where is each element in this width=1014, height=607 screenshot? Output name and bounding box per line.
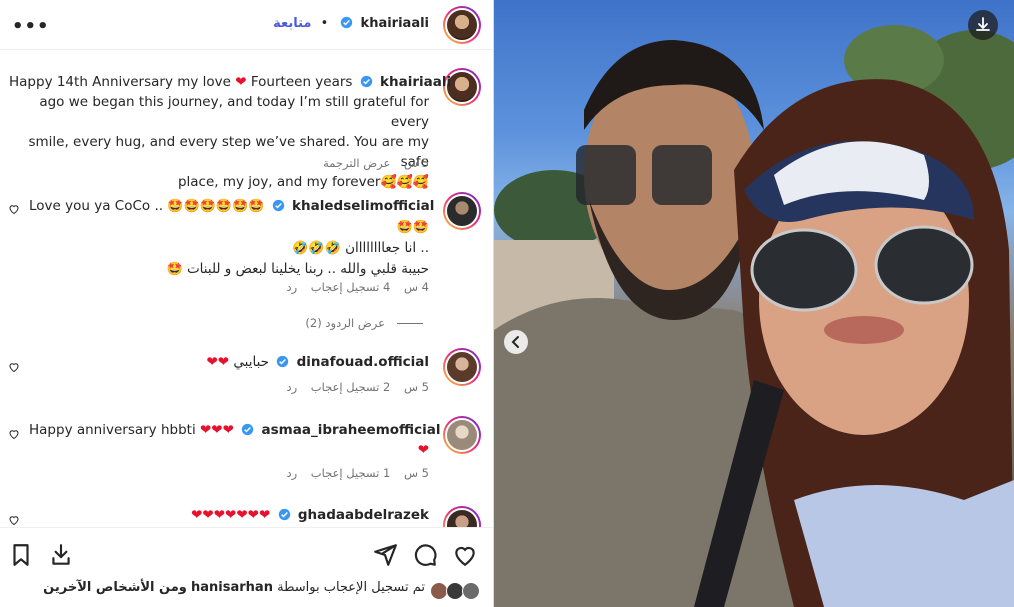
caption-line-2: ago we began this journey, and today I’m… — [39, 94, 429, 130]
caption-meta: 5 س عرض الترجمة — [313, 156, 429, 170]
emoji-row: 🤣🤣🤣 — [292, 241, 341, 256]
follow-button[interactable]: متابعة — [273, 16, 311, 31]
comment-line-2: ❤ — [29, 440, 429, 460]
download-icon — [976, 17, 990, 31]
comment-line-1: ❤❤❤❤❤❤❤ ghadaabdelrazek — [29, 505, 429, 525]
caption-username[interactable]: khairiaali — [380, 74, 451, 90]
heart-emoji: ❤ — [235, 74, 247, 90]
comment-username[interactable]: asmaa_ibraheemofficial — [262, 422, 441, 438]
header-user-line: متابعة • khairiaali — [273, 16, 429, 31]
reply-button[interactable]: رد — [286, 380, 297, 394]
comment-line-4: 🤩 حبيبة قلبي والله .. ربنا يخلينا لبعض و… — [166, 261, 429, 277]
caption-time: 5 س — [403, 156, 429, 170]
share-icon[interactable] — [372, 542, 398, 568]
liked-by-others[interactable]: ومن الأشخاص الآخرين — [43, 580, 187, 595]
caption-line-1: Happy 14th Anniversary my love ❤ Fourtee… — [9, 74, 452, 90]
comment-username[interactable]: khaledselimofficial — [292, 198, 434, 214]
comment-time: 5 س — [403, 380, 429, 394]
emoji-row: 🥰🥰🥰 — [380, 175, 429, 190]
comment-text: ❤❤❤❤❤❤❤ ghadaabdelrazek — [29, 505, 429, 525]
comment-line-2: 🤩🤩 — [29, 217, 429, 238]
comment-meta: 4 س 4 تسجيل إعجاب رد — [276, 280, 429, 294]
comment-line-1: ❤❤ حبايبي dinafouad.official — [206, 354, 429, 370]
photo-illustration — [494, 25, 1014, 607]
heart-emoji: ❤ — [417, 442, 429, 458]
save-icon[interactable] — [8, 542, 34, 568]
download-icon[interactable] — [48, 542, 74, 568]
previous-photo-button[interactable] — [504, 330, 528, 354]
emoji-row: 🤩🤩🤩🤩🤩🤩 — [167, 199, 265, 214]
comment-meta: 5 س 2 تسجيل إعجاب رد — [276, 380, 429, 394]
liked-by-text: تم تسجيل الإعجاب بواسطة hanisarhan ومن ا… — [43, 580, 425, 595]
action-bar — [0, 527, 493, 607]
comment-text: Happy anniversary hbbti ❤❤❤ asmaa_ibrahe… — [29, 420, 441, 460]
verified-icon — [360, 75, 372, 88]
comments-panel: ••• متابعة • khairiaali Happy 14th Anniv… — [0, 0, 493, 607]
translate-link[interactable]: عرض الترجمة — [323, 156, 390, 170]
reply-button[interactable]: رد — [286, 466, 297, 480]
heart-outline-icon[interactable] — [8, 514, 20, 526]
emoji-row: 🤩🤩 — [396, 220, 429, 235]
heart-outline-icon[interactable] — [8, 203, 20, 215]
liked-by-user[interactable]: hanisarhan — [191, 580, 273, 595]
comment-line-3: 🤣🤣🤣 انا جعاااااااان .. — [292, 240, 429, 256]
verified-icon — [277, 355, 289, 368]
download-photo-button[interactable] — [968, 10, 998, 40]
verified-icon — [278, 508, 290, 521]
header-separator: • — [320, 16, 329, 31]
comment-avatar[interactable] — [443, 192, 481, 230]
comment-row-partial: ❤❤❤❤❤❤❤ ghadaabdelrazek — [0, 498, 493, 527]
emoji-row: 🤩 — [166, 262, 183, 277]
comment-text: ❤❤ حبايبي dinafouad.official — [29, 352, 429, 372]
author-avatar[interactable] — [443, 6, 481, 44]
caption-line-4: place, my joy, and my forever🥰🥰🥰 — [177, 174, 429, 190]
comment-avatar[interactable] — [443, 416, 481, 454]
caption-text: Happy 14th Anniversary my love ❤ Fourtee… — [9, 72, 452, 193]
heart-emoji: ❤❤❤ — [200, 422, 234, 438]
like-icon[interactable] — [452, 542, 478, 568]
comment-line-1: Love you ya CoCo .. 🤩🤩🤩🤩🤩🤩 khaledselimof… — [29, 198, 435, 214]
heart-outline-icon[interactable] — [8, 361, 20, 373]
comment-likes[interactable]: 4 تسجيل إعجاب — [311, 280, 391, 294]
comment-time: 5 س — [403, 466, 429, 480]
verified-icon — [272, 199, 284, 212]
comment-likes[interactable]: 2 تسجيل إعجاب — [311, 380, 391, 394]
heart-emoji: ❤❤ — [206, 354, 230, 370]
comment-icon[interactable] — [412, 542, 438, 568]
comment-text: Love you ya CoCo .. 🤩🤩🤩🤩🤩🤩 khaledselimof… — [29, 196, 435, 280]
verified-icon — [242, 423, 254, 436]
comment-line-1: Happy anniversary hbbti ❤❤❤ asmaa_ibrahe… — [29, 422, 441, 438]
view-replies-button[interactable]: عرض الردود (2) — [305, 316, 423, 330]
post-photo — [494, 0, 1014, 607]
reply-button[interactable]: رد — [286, 280, 297, 294]
chevron-left-icon — [511, 336, 519, 348]
more-options-button[interactable]: ••• — [12, 16, 50, 37]
liker-avatar[interactable] — [462, 582, 480, 600]
replies-line — [397, 323, 423, 324]
comment-meta: 5 س 1 تسجيل إعجاب رد — [276, 466, 429, 480]
comment-avatar[interactable] — [443, 348, 481, 386]
comment-time: 4 س — [403, 280, 429, 294]
header-username[interactable]: khairiaali — [361, 16, 429, 31]
heart-outline-icon[interactable] — [8, 428, 20, 440]
post-header: ••• متابعة • khairiaali — [0, 0, 493, 50]
comment-likes[interactable]: 1 تسجيل إعجاب — [311, 466, 391, 480]
heart-emoji: ❤❤❤❤❤❤❤ — [191, 507, 271, 523]
verified-icon — [341, 16, 353, 29]
comment-username[interactable]: dinafouad.official — [297, 354, 429, 370]
comment-username[interactable]: ghadaabdelrazek — [298, 507, 429, 523]
comment-avatar[interactable] — [443, 506, 481, 527]
